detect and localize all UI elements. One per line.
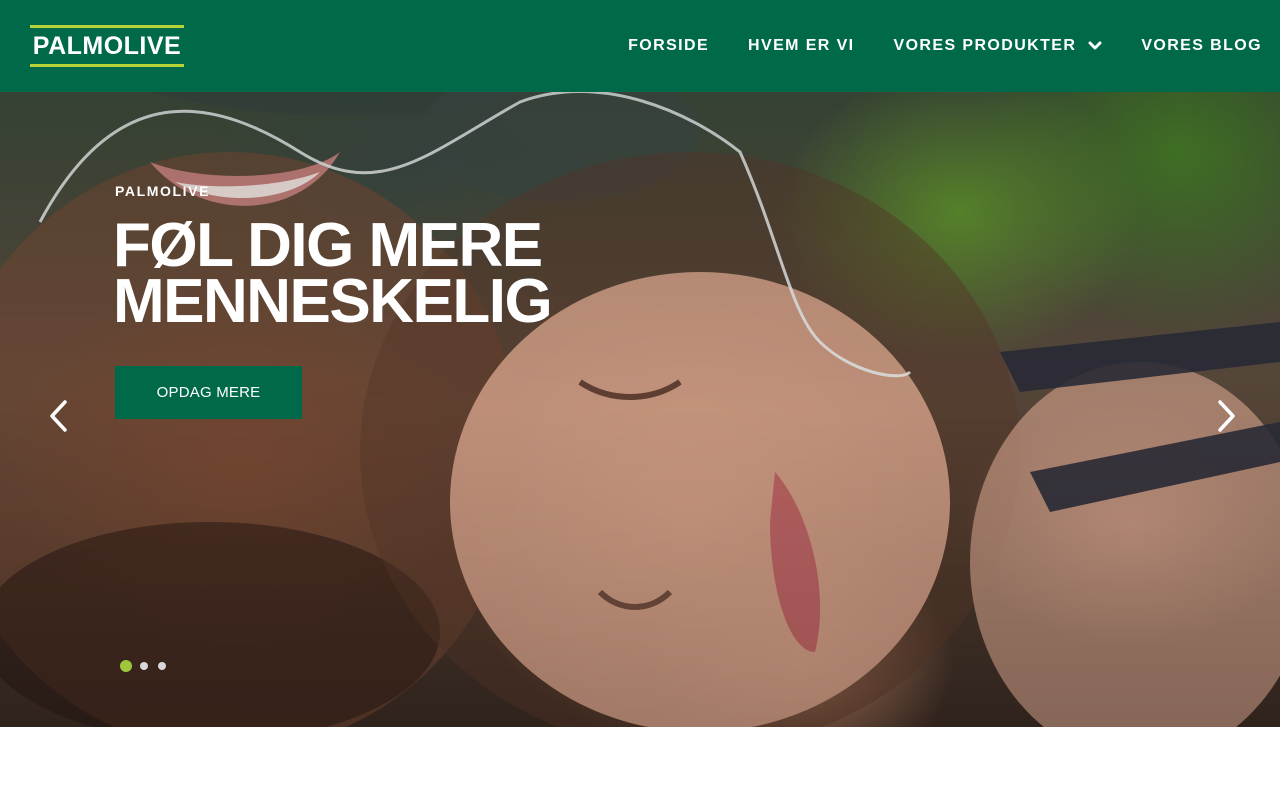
nav-item-vores-produkter[interactable]: VORES PRODUKTER: [894, 37, 1103, 55]
hero-carousel: PALMOLIVE FØL DIG MERE MENNESKELIG OPDAG…: [0, 92, 1280, 727]
nav-item-vores-blog[interactable]: VORES BLOG: [1141, 37, 1262, 55]
carousel-dot-1[interactable]: [120, 660, 132, 672]
carousel-dot-3[interactable]: [158, 662, 166, 670]
nav-label: HVEM ER VI: [748, 37, 855, 54]
site-header: PALMOLIVE FORSIDE HVEM ER VI VORES PRODU…: [0, 0, 1280, 92]
chevron-left-icon[interactable]: [47, 398, 69, 434]
main-nav: FORSIDE HVEM ER VI VORES PRODUKTER VORES…: [589, 0, 1262, 92]
chevron-down-icon[interactable]: [1088, 41, 1102, 51]
nav-item-hvem-er-vi[interactable]: HVEM ER VI: [748, 37, 854, 55]
hero-eyebrow: PALMOLIVE: [115, 183, 211, 199]
logo-text: PALMOLIVE: [32, 31, 182, 60]
nav-label: VORES PRODUKTER: [893, 37, 1077, 54]
carousel-dot-2[interactable]: [140, 662, 148, 670]
headline-line-2: MENNESKELIG: [113, 267, 553, 336]
discover-more-button[interactable]: OPDAG MERE: [115, 366, 302, 419]
carousel-pagination: [120, 660, 176, 672]
hero-headline: FØL DIG MERE MENNESKELIG: [113, 215, 673, 333]
nav-item-forside[interactable]: FORSIDE: [628, 37, 709, 55]
nav-label: VORES BLOG: [1141, 37, 1262, 54]
palmolive-logo[interactable]: PALMOLIVE: [30, 25, 184, 67]
chevron-right-icon[interactable]: [1216, 398, 1238, 434]
nav-label: FORSIDE: [628, 37, 710, 54]
